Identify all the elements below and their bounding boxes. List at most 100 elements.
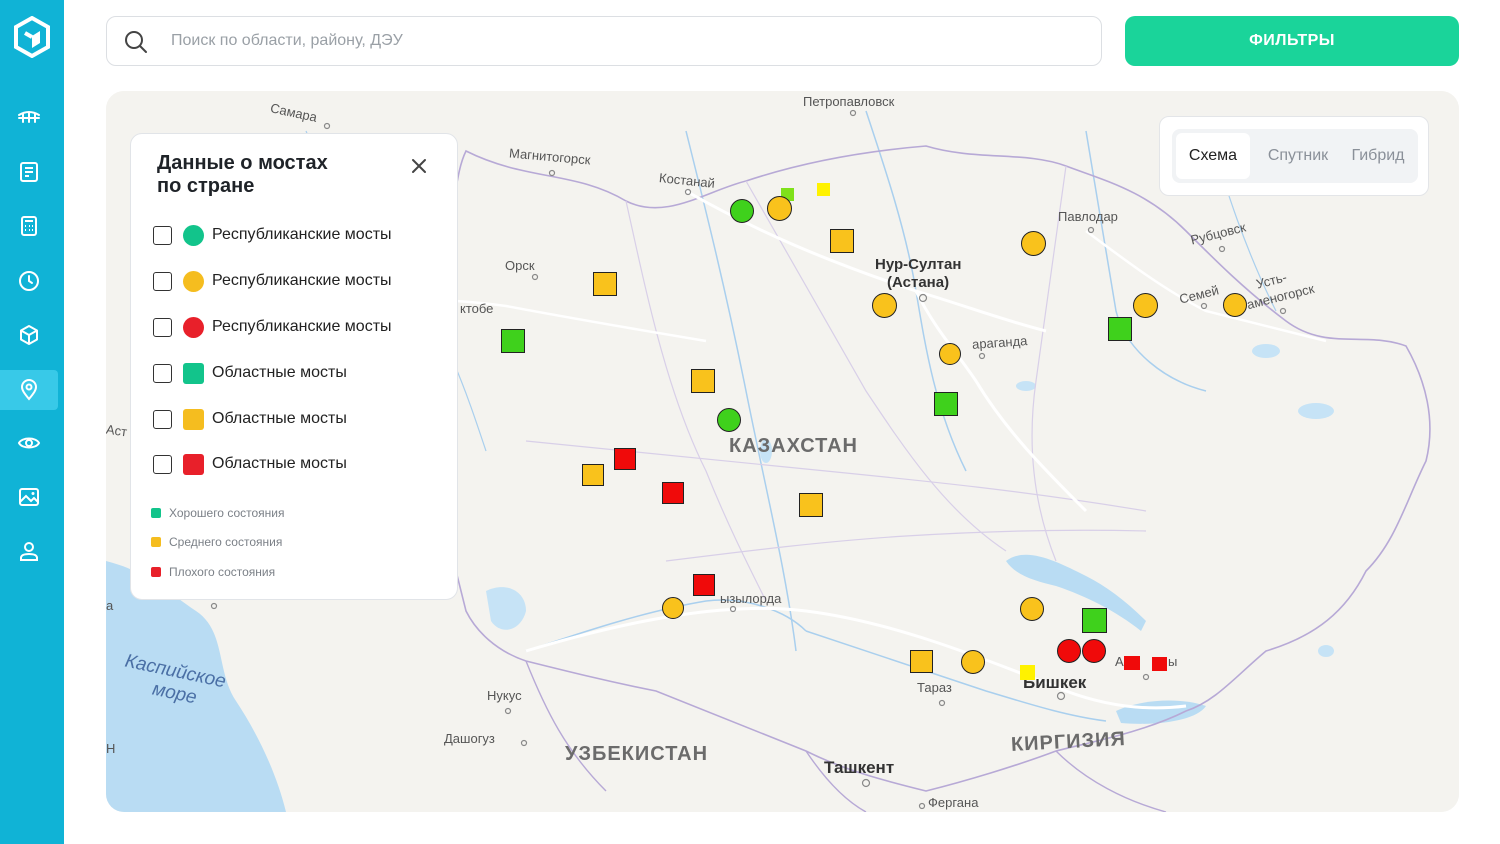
nav-objects[interactable] [0, 315, 58, 355]
nav-gallery[interactable] [0, 477, 58, 517]
legend-item-republican-good[interactable]: Республиканские мосты [153, 223, 392, 247]
close-icon[interactable] [409, 156, 429, 176]
bridge-marker[interactable] [817, 183, 830, 196]
legend-item-regional-bad[interactable]: Областные мосты [153, 452, 347, 476]
bridge-icon [18, 111, 40, 123]
bridge-marker[interactable] [1133, 293, 1158, 318]
map-pin-icon [20, 379, 38, 401]
nav-calculator[interactable] [0, 206, 58, 246]
bridge-marker[interactable] [593, 272, 617, 296]
image-icon [19, 488, 39, 506]
legend-item-regional-medium[interactable]: Областные мосты [153, 407, 347, 431]
bridge-marker[interactable] [767, 196, 792, 221]
bridge-marker[interactable] [614, 448, 636, 470]
nav-bridges[interactable] [0, 98, 58, 138]
bridge-marker[interactable] [1223, 293, 1247, 317]
legend-item-regional-good[interactable]: Областные мосты [153, 361, 347, 385]
bridge-marker[interactable] [1152, 657, 1167, 671]
bridge-marker[interactable] [1057, 639, 1081, 663]
search-icon [125, 31, 147, 53]
legend-item-republican-medium[interactable]: Республиканские мосты [153, 269, 392, 293]
bridge-marker[interactable] [693, 574, 715, 596]
legend-checkbox[interactable] [153, 317, 172, 337]
bridge-marker[interactable] [717, 408, 741, 432]
bridge-marker[interactable] [910, 650, 933, 673]
map-type-scheme[interactable]: Схема [1176, 133, 1250, 179]
nav-history[interactable] [0, 261, 58, 301]
eye-icon [17, 437, 41, 449]
nav-inspection[interactable] [0, 423, 58, 463]
calculator-icon [21, 216, 37, 236]
bridge-marker[interactable] [501, 329, 525, 353]
map-label-edge-a: а [106, 598, 114, 613]
bridge-marker[interactable] [799, 493, 823, 517]
bridge-marker[interactable] [662, 482, 684, 504]
bridge-marker[interactable] [1108, 317, 1132, 341]
nav-documents[interactable] [0, 152, 58, 192]
legend-item-label: Областные мосты [212, 410, 347, 427]
legend-circle-swatch [183, 316, 204, 338]
map-label-kazakhstan: КАЗАХСТАН [729, 435, 858, 457]
legend-item-label: Республиканские мосты [212, 318, 392, 335]
legend-title-line-2: по стране [157, 175, 255, 197]
bridge-marker[interactable] [961, 650, 985, 674]
search-input[interactable] [171, 25, 1071, 57]
legend-circle-swatch [183, 224, 204, 246]
map-label-tashkent: Ташкент [824, 758, 895, 777]
legend-status-medium: Среднего состояния [151, 534, 282, 550]
bridge-marker[interactable] [939, 343, 961, 365]
map-label-aktobe: ктобе [460, 301, 494, 316]
legend-checkbox[interactable] [153, 225, 172, 245]
legend-panel: Данные о мостах по стране Республикански… [130, 133, 458, 600]
map-label-fergana: Фергана [928, 795, 979, 810]
map-label-astana: (Астана) [887, 274, 950, 291]
map-label-ast: Аст [106, 421, 129, 440]
legend-item-republican-bad[interactable]: Республиканские мосты [153, 315, 392, 339]
legend-checkbox[interactable] [153, 363, 172, 383]
legend-title: Данные о мостах по стране [157, 152, 407, 198]
bridge-marker[interactable] [1082, 639, 1106, 663]
map-type-satellite[interactable]: Спутник [1260, 133, 1336, 179]
legend-checkbox[interactable] [153, 271, 172, 291]
bridge-marker[interactable] [934, 392, 958, 416]
bridge-marker[interactable] [1124, 656, 1140, 670]
legend-square-swatch [183, 362, 204, 384]
map-type-track: Схема Спутник Гибрид [1172, 129, 1418, 183]
cube-icon [20, 325, 38, 345]
bridge-marker[interactable] [1021, 231, 1046, 256]
status-label: Среднего состояния [169, 535, 283, 549]
legend-checkbox[interactable] [153, 409, 172, 429]
map-label-pavlodar: Павлодар [1058, 209, 1118, 224]
bridge-marker[interactable] [662, 597, 684, 619]
nav-map[interactable] [0, 370, 58, 410]
status-label: Плохого состояния [169, 565, 276, 579]
legend-item-label: Областные мосты [212, 455, 347, 472]
app-logo-icon[interactable] [13, 15, 51, 59]
map-type-hybrid[interactable]: Гибрид [1344, 133, 1412, 179]
bridge-marker[interactable] [1020, 597, 1044, 621]
bridge-marker[interactable] [582, 464, 604, 486]
bridge-marker[interactable] [730, 199, 754, 223]
legend-item-label: Республиканские мосты [212, 272, 392, 289]
nav-profile[interactable] [0, 531, 58, 571]
status-label: Хорошего состояния [169, 506, 285, 520]
map-label-almaty-a: А [1115, 654, 1124, 669]
bridge-marker[interactable] [691, 369, 715, 393]
legend-status-bad: Плохого состояния [151, 564, 275, 580]
legend-item-label: Областные мосты [212, 364, 347, 381]
map-label-orsk: Орск [505, 258, 535, 273]
map-label-petropavlovsk: Петропавловск [803, 94, 895, 109]
bridge-marker[interactable] [830, 229, 854, 253]
legend-checkbox[interactable] [153, 454, 172, 474]
map-label-taraz: Тараз [917, 680, 952, 695]
status-swatch [151, 537, 161, 547]
bridge-marker[interactable] [872, 293, 897, 318]
map-label-dashoguz: Дашогуз [444, 731, 495, 746]
status-swatch [151, 567, 161, 577]
bridge-marker[interactable] [1082, 608, 1107, 633]
bridge-marker[interactable] [1020, 665, 1035, 680]
legend-title-line-1: Данные о мостах [157, 152, 328, 174]
user-icon [20, 542, 38, 561]
filters-button[interactable]: ФИЛЬТРЫ [1125, 16, 1459, 66]
map-type-switch: Схема Спутник Гибрид [1159, 116, 1429, 196]
